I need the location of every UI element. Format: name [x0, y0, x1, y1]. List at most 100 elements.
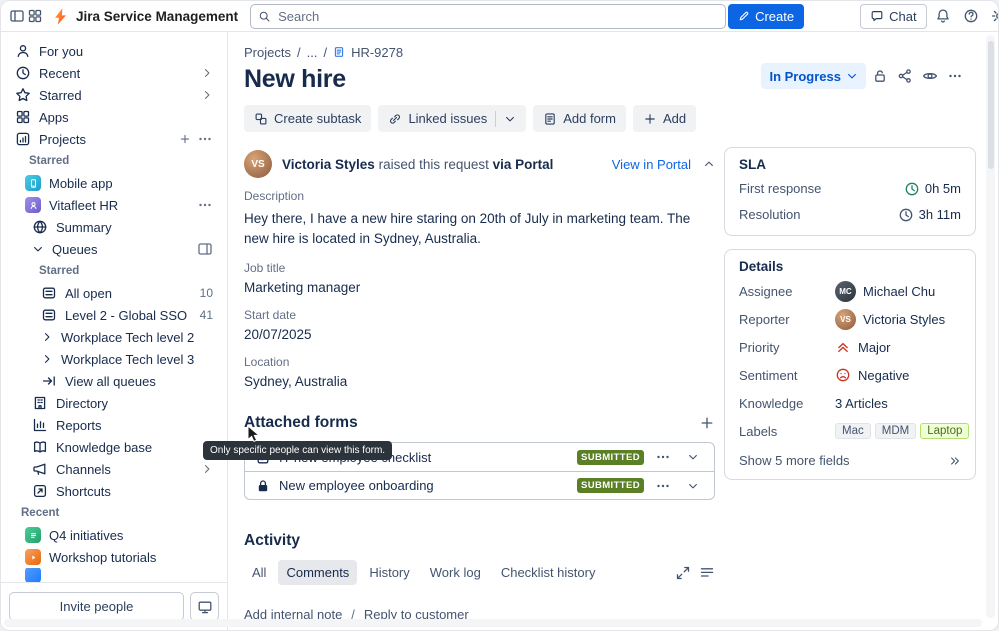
open-panel-icon[interactable] — [197, 241, 213, 257]
form-more-button[interactable] — [652, 476, 674, 496]
sidebar-item-all-open[interactable]: All open 10 — [9, 282, 219, 304]
sidebar-item-workplace-tech-2[interactable]: Workplace Tech level 2 — [9, 326, 219, 348]
vertical-scrollbar[interactable] — [986, 35, 995, 618]
sidebar-item-queues[interactable]: Queues — [9, 238, 219, 260]
breadcrumb-ellipsis[interactable]: ... — [307, 45, 318, 60]
sidebar-item-vitafleet-hr[interactable]: Vitafleet HR — [9, 194, 219, 216]
sentiment-value[interactable]: Negative — [835, 367, 909, 383]
status-dropdown[interactable]: In Progress — [761, 63, 866, 89]
add-button[interactable]: Add — [632, 105, 697, 132]
add-form-plus-icon[interactable] — [699, 415, 715, 431]
label-tag[interactable]: Laptop — [920, 423, 970, 439]
breadcrumb-projects[interactable]: Projects — [244, 45, 291, 60]
topbar-actions: Create Chat — [728, 3, 999, 29]
more-actions-button[interactable] — [944, 64, 966, 88]
sidebar-item-workplace-tech-3[interactable]: Workplace Tech level 3 — [9, 348, 219, 370]
plus-icon[interactable] — [179, 133, 191, 145]
field-value-start-date[interactable]: 20/07/2025 — [244, 327, 715, 342]
expand-icon[interactable] — [675, 565, 691, 581]
sidebar-item-shortcuts[interactable]: Shortcuts — [9, 480, 219, 502]
sidebar-item-level-2-global-sso[interactable]: Level 2 - Global SSO 41 — [9, 304, 219, 326]
more-icon[interactable] — [197, 197, 213, 213]
create-button[interactable]: Create — [728, 3, 805, 29]
tab-comments[interactable]: Comments — [278, 560, 358, 586]
app-grid-icon — [27, 8, 43, 24]
sidebar-item-mobile-app[interactable]: Mobile app — [9, 172, 219, 194]
assignee-value[interactable]: MC Michael Chu — [835, 280, 935, 302]
collapse-chevron-icon[interactable] — [703, 158, 715, 170]
sidebar-item-workshop-tutorials[interactable]: Workshop tutorials — [9, 546, 219, 568]
priority-value[interactable]: Major — [835, 339, 891, 355]
activity-heading: Activity — [244, 532, 300, 550]
jira-logo-icon — [55, 7, 66, 25]
view-in-portal-link[interactable]: View in Portal — [612, 157, 691, 172]
tab-checklist-history[interactable]: Checklist history — [493, 560, 604, 585]
sidebar: For you Recent Starred Apps Projects Sta… — [1, 32, 228, 630]
sidebar-item-apps[interactable]: Apps — [9, 106, 219, 128]
sidebar-item-clipped[interactable] — [9, 568, 219, 582]
form-expand-button[interactable] — [682, 447, 704, 467]
reporter-avatar[interactable]: VS — [244, 150, 272, 178]
invite-people-button[interactable]: Invite people — [9, 592, 184, 621]
form-expand-button[interactable] — [682, 476, 704, 496]
submitted-badge: SUBMITTED — [576, 478, 644, 494]
field-value-location[interactable]: Sydney, Australia — [244, 374, 715, 389]
label-tag[interactable]: MDM — [874, 423, 917, 439]
show-more-fields-button[interactable]: Show 5 more fields — [739, 453, 961, 468]
knowledge-value[interactable]: 3 Articles — [835, 396, 888, 411]
field-value-job-title[interactable]: Marketing manager — [244, 280, 715, 295]
tab-work-log[interactable]: Work log — [422, 560, 489, 585]
sidebar-item-summary[interactable]: Summary — [9, 216, 219, 238]
sidebar-item-recent[interactable]: Recent — [9, 62, 219, 84]
sidebar-recent-heading: Recent — [21, 507, 60, 519]
lock-icon[interactable] — [255, 478, 271, 494]
view-settings-icon[interactable] — [699, 565, 715, 581]
sidebar-toggle-button[interactable] — [9, 4, 25, 28]
queues-starred-heading: Starred — [39, 265, 80, 277]
notifications-button[interactable] — [931, 4, 955, 28]
watch-button[interactable] — [919, 64, 941, 88]
app-switcher-button[interactable] — [27, 4, 43, 28]
button-divider — [495, 110, 497, 127]
chevron-down-icon[interactable] — [504, 113, 516, 125]
label-tag[interactable]: Mac — [835, 423, 871, 439]
create-subtask-button[interactable]: Create subtask — [244, 105, 372, 132]
help-button[interactable] — [959, 4, 983, 28]
sidebar-item-reports[interactable]: Reports — [9, 414, 219, 436]
q4-initiatives-icon — [25, 527, 41, 543]
linked-issues-button[interactable]: Linked issues — [378, 105, 527, 132]
settings-button[interactable] — [987, 4, 999, 28]
labels-value[interactable]: Mac MDM Laptop — [835, 423, 970, 439]
sidebar-item-q4-initiatives[interactable]: Q4 initiatives — [9, 524, 219, 546]
tab-all[interactable]: All — [244, 560, 274, 585]
sidebar-item-starred[interactable]: Starred — [9, 84, 219, 106]
scrollbar-thumb[interactable] — [987, 41, 994, 169]
monitor-icon — [197, 599, 213, 615]
description-text[interactable]: Hey there, I have a new hire staring on … — [244, 209, 715, 248]
sidebar-item-view-all-queues[interactable]: View all queues — [9, 370, 219, 392]
tab-history[interactable]: History — [361, 560, 417, 585]
form-row-onboarding[interactable]: New employee onboarding SUBMITTED — [245, 471, 714, 499]
chevron-down-icon — [687, 451, 699, 463]
horizontal-scrollbar[interactable] — [4, 619, 982, 627]
sidebar-item-projects[interactable]: Projects — [9, 128, 219, 150]
reporter-value[interactable]: VS Victoria Styles — [835, 308, 945, 330]
restrict-access-button[interactable] — [869, 64, 891, 88]
breadcrumb-issue-key[interactable]: HR-9278 — [351, 45, 403, 60]
search-input[interactable] — [250, 3, 727, 29]
add-form-button[interactable]: Add form — [533, 105, 626, 132]
sidebar-item-channels[interactable]: Channels — [9, 458, 219, 480]
sidebar-item-directory[interactable]: Directory — [9, 392, 219, 414]
sidebar-item-knowledge-base[interactable]: Knowledge base — [9, 436, 219, 458]
more-icon[interactable] — [197, 131, 213, 147]
unlock-icon — [872, 68, 888, 84]
reporter-avatar: VS — [835, 308, 856, 330]
chevron-right-icon — [41, 353, 53, 365]
share-button[interactable] — [894, 64, 916, 88]
plus-icon — [643, 112, 657, 126]
form-more-button[interactable] — [652, 447, 674, 467]
device-toggle-button[interactable] — [190, 592, 219, 621]
chat-button[interactable]: Chat — [860, 3, 927, 29]
sidebar-item-for-you[interactable]: For you — [9, 40, 219, 62]
request-type-icon — [333, 46, 345, 58]
